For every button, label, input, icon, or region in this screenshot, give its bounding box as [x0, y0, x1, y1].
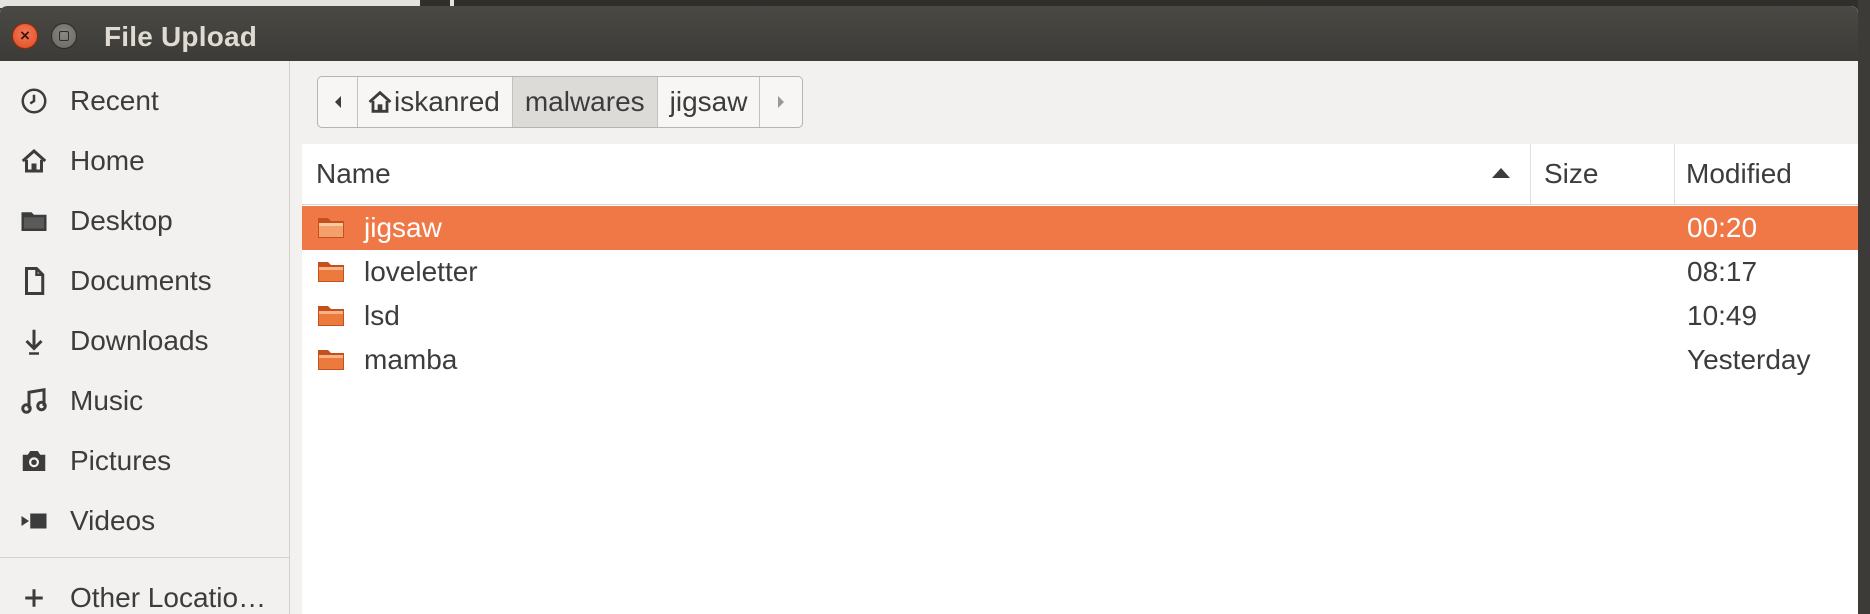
column-separator — [1530, 144, 1531, 204]
file-modified: Yesterday — [1687, 344, 1811, 375]
sidebar-item-label: Recent — [70, 85, 159, 116]
places-sidebar: Recent Home Desktop Documents Downloads — [0, 61, 290, 614]
sidebar-item-other-locations[interactable]: Other Locatio… — [0, 570, 289, 614]
sidebar-item-home[interactable]: Home — [0, 133, 289, 189]
sidebar-item-label: Videos — [70, 505, 156, 536]
sidebar-divider — [0, 557, 289, 558]
file-modified: 10:49 — [1687, 300, 1758, 331]
sidebar-item-label: Music — [70, 385, 144, 416]
file-row-mamba[interactable]: mamba Yesterday — [302, 338, 1858, 382]
sidebar-item-label: Desktop — [70, 205, 173, 236]
music-icon — [16, 383, 52, 419]
file-list[interactable]: Name Size Modified jigsaw 00:20 lovelett… — [302, 144, 1858, 614]
sidebar-item-documents[interactable]: Documents — [0, 253, 289, 309]
maximize-button[interactable] — [51, 23, 77, 49]
file-name: jigsaw — [364, 212, 442, 243]
column-header-modified[interactable]: Modified — [1686, 144, 1792, 204]
file-row-loveletter[interactable]: loveletter 08:17 — [302, 250, 1858, 294]
file-row-lsd[interactable]: lsd 10:49 — [302, 294, 1858, 338]
folder-icon — [318, 306, 344, 326]
camera-icon — [16, 443, 52, 479]
folder-icon — [318, 262, 344, 282]
video-icon — [16, 503, 52, 539]
path-segment-label: iskanred — [394, 86, 500, 117]
file-upload-dialog: × File Upload Recent Home Desktop Docume… — [0, 6, 1858, 614]
chevron-left-icon — [334, 96, 341, 108]
sidebar-item-music[interactable]: Music — [0, 373, 289, 429]
document-icon — [16, 263, 52, 299]
sidebar-item-label: Downloads — [70, 325, 209, 356]
path-segment-malwares[interactable]: malwares — [512, 77, 658, 127]
file-name: lsd — [364, 300, 400, 331]
column-header-size[interactable]: Size — [1544, 144, 1598, 204]
file-row-jigsaw[interactable]: jigsaw 00:20 — [302, 206, 1858, 250]
folder-icon — [318, 350, 344, 370]
sidebar-item-pictures[interactable]: Pictures — [0, 433, 289, 489]
file-modified: 08:17 — [1687, 256, 1758, 287]
path-segment-label: jigsaw — [669, 86, 748, 117]
file-name: mamba — [364, 344, 458, 375]
folder-icon — [16, 203, 52, 239]
column-header-row: Name Size Modified — [302, 144, 1858, 205]
sidebar-item-label: Other Locatio… — [70, 582, 267, 613]
plus-icon — [16, 580, 52, 614]
sidebar-item-label: Pictures — [70, 445, 172, 476]
path-segment-jigsaw[interactable]: jigsaw — [658, 77, 761, 127]
window-title: File Upload — [104, 21, 258, 52]
path-scroll-right-button[interactable] — [760, 77, 802, 127]
sidebar-item-label: Documents — [70, 265, 212, 296]
sort-ascending-icon — [1492, 168, 1510, 178]
sidebar-item-videos[interactable]: Videos — [0, 493, 289, 549]
home-icon — [368, 90, 392, 113]
clock-icon — [16, 83, 52, 119]
sidebar-item-downloads[interactable]: Downloads — [0, 313, 289, 369]
path-segment-home[interactable]: iskanred — [358, 77, 513, 127]
path-segment-label: malwares — [524, 86, 645, 117]
background-right-edge — [1858, 0, 1870, 614]
sidebar-item-label: Home — [70, 145, 145, 176]
home-icon — [16, 143, 52, 179]
chevron-right-icon — [778, 96, 785, 108]
titlebar: × File Upload — [0, 6, 1858, 61]
path-scroll-left-button[interactable] — [318, 77, 358, 127]
column-header-name[interactable]: Name — [316, 144, 391, 204]
close-button[interactable]: × — [12, 23, 38, 49]
path-bar: iskanred malwares jigsaw — [317, 76, 804, 128]
download-icon — [16, 323, 52, 359]
sidebar-item-recent[interactable]: Recent — [0, 73, 289, 129]
file-name: loveletter — [364, 256, 478, 287]
folder-icon — [318, 218, 344, 238]
column-separator — [1674, 144, 1675, 204]
sidebar-item-desktop[interactable]: Desktop — [0, 193, 289, 249]
file-modified: 00:20 — [1687, 212, 1758, 243]
